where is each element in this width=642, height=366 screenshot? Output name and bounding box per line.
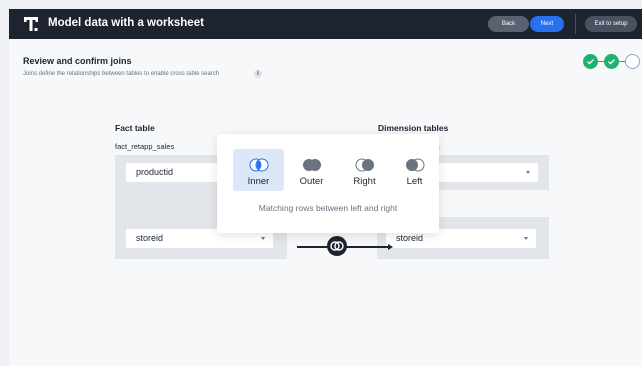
join-option-label: Right <box>353 176 376 187</box>
join-option-label: Inner <box>247 176 270 187</box>
venn-inner-icon <box>330 241 344 251</box>
thoughtspot-logo-icon <box>24 17 38 31</box>
arrow-right-icon <box>388 244 393 250</box>
next-button[interactable]: Next <box>530 16 564 32</box>
step-complete-icon <box>583 54 598 69</box>
chevron-down-icon <box>261 237 265 240</box>
top-bar: Model data with a worksheet Back Next Ex… <box>9 9 642 39</box>
join-option-label: Left <box>406 176 423 187</box>
join-option-left[interactable]: Left <box>389 149 440 191</box>
join-option-right[interactable]: Right <box>339 149 390 191</box>
venn-right-icon <box>355 158 374 172</box>
select-value: storeid <box>396 233 424 243</box>
page-title: Model data with a worksheet <box>48 17 204 29</box>
join-option-outer[interactable]: Outer <box>286 149 337 191</box>
step-current-icon <box>625 54 640 69</box>
header-divider <box>575 14 576 34</box>
app-frame: Model data with a worksheet Back Next Ex… <box>9 9 642 366</box>
chevron-down-icon <box>524 237 528 240</box>
select-value: productid <box>136 167 174 177</box>
join-description: Matching rows between left and right <box>258 203 398 213</box>
join-option-inner[interactable]: Inner <box>233 149 284 191</box>
progress-stepper <box>583 54 641 70</box>
join-type-popover: Inner Outer Right Left Matching rows bet… <box>217 134 439 233</box>
join-type-button[interactable] <box>327 236 347 256</box>
join-option-label: Outer <box>299 176 324 187</box>
fact-table-heading: Fact table <box>115 123 155 133</box>
dimension-table-heading: Dimension tables <box>378 123 449 133</box>
select-value: storeid <box>136 233 164 243</box>
section-title: Review and confirm joins <box>23 56 132 66</box>
chevron-down-icon <box>526 171 530 174</box>
step-complete-icon <box>604 54 619 69</box>
exit-to-setup-button[interactable]: Exit to setup <box>585 16 637 32</box>
info-icon[interactable]: i <box>254 70 262 78</box>
venn-left-icon <box>406 158 425 172</box>
venn-outer-icon <box>303 159 321 171</box>
back-button[interactable]: Back <box>488 16 529 32</box>
venn-inner-icon <box>249 158 269 172</box>
section-subtitle: Joins define the relationships between t… <box>23 71 220 77</box>
fact-table-name: fact_retapp_sales <box>115 142 175 151</box>
dimension-column-select-1[interactable] <box>430 163 538 182</box>
